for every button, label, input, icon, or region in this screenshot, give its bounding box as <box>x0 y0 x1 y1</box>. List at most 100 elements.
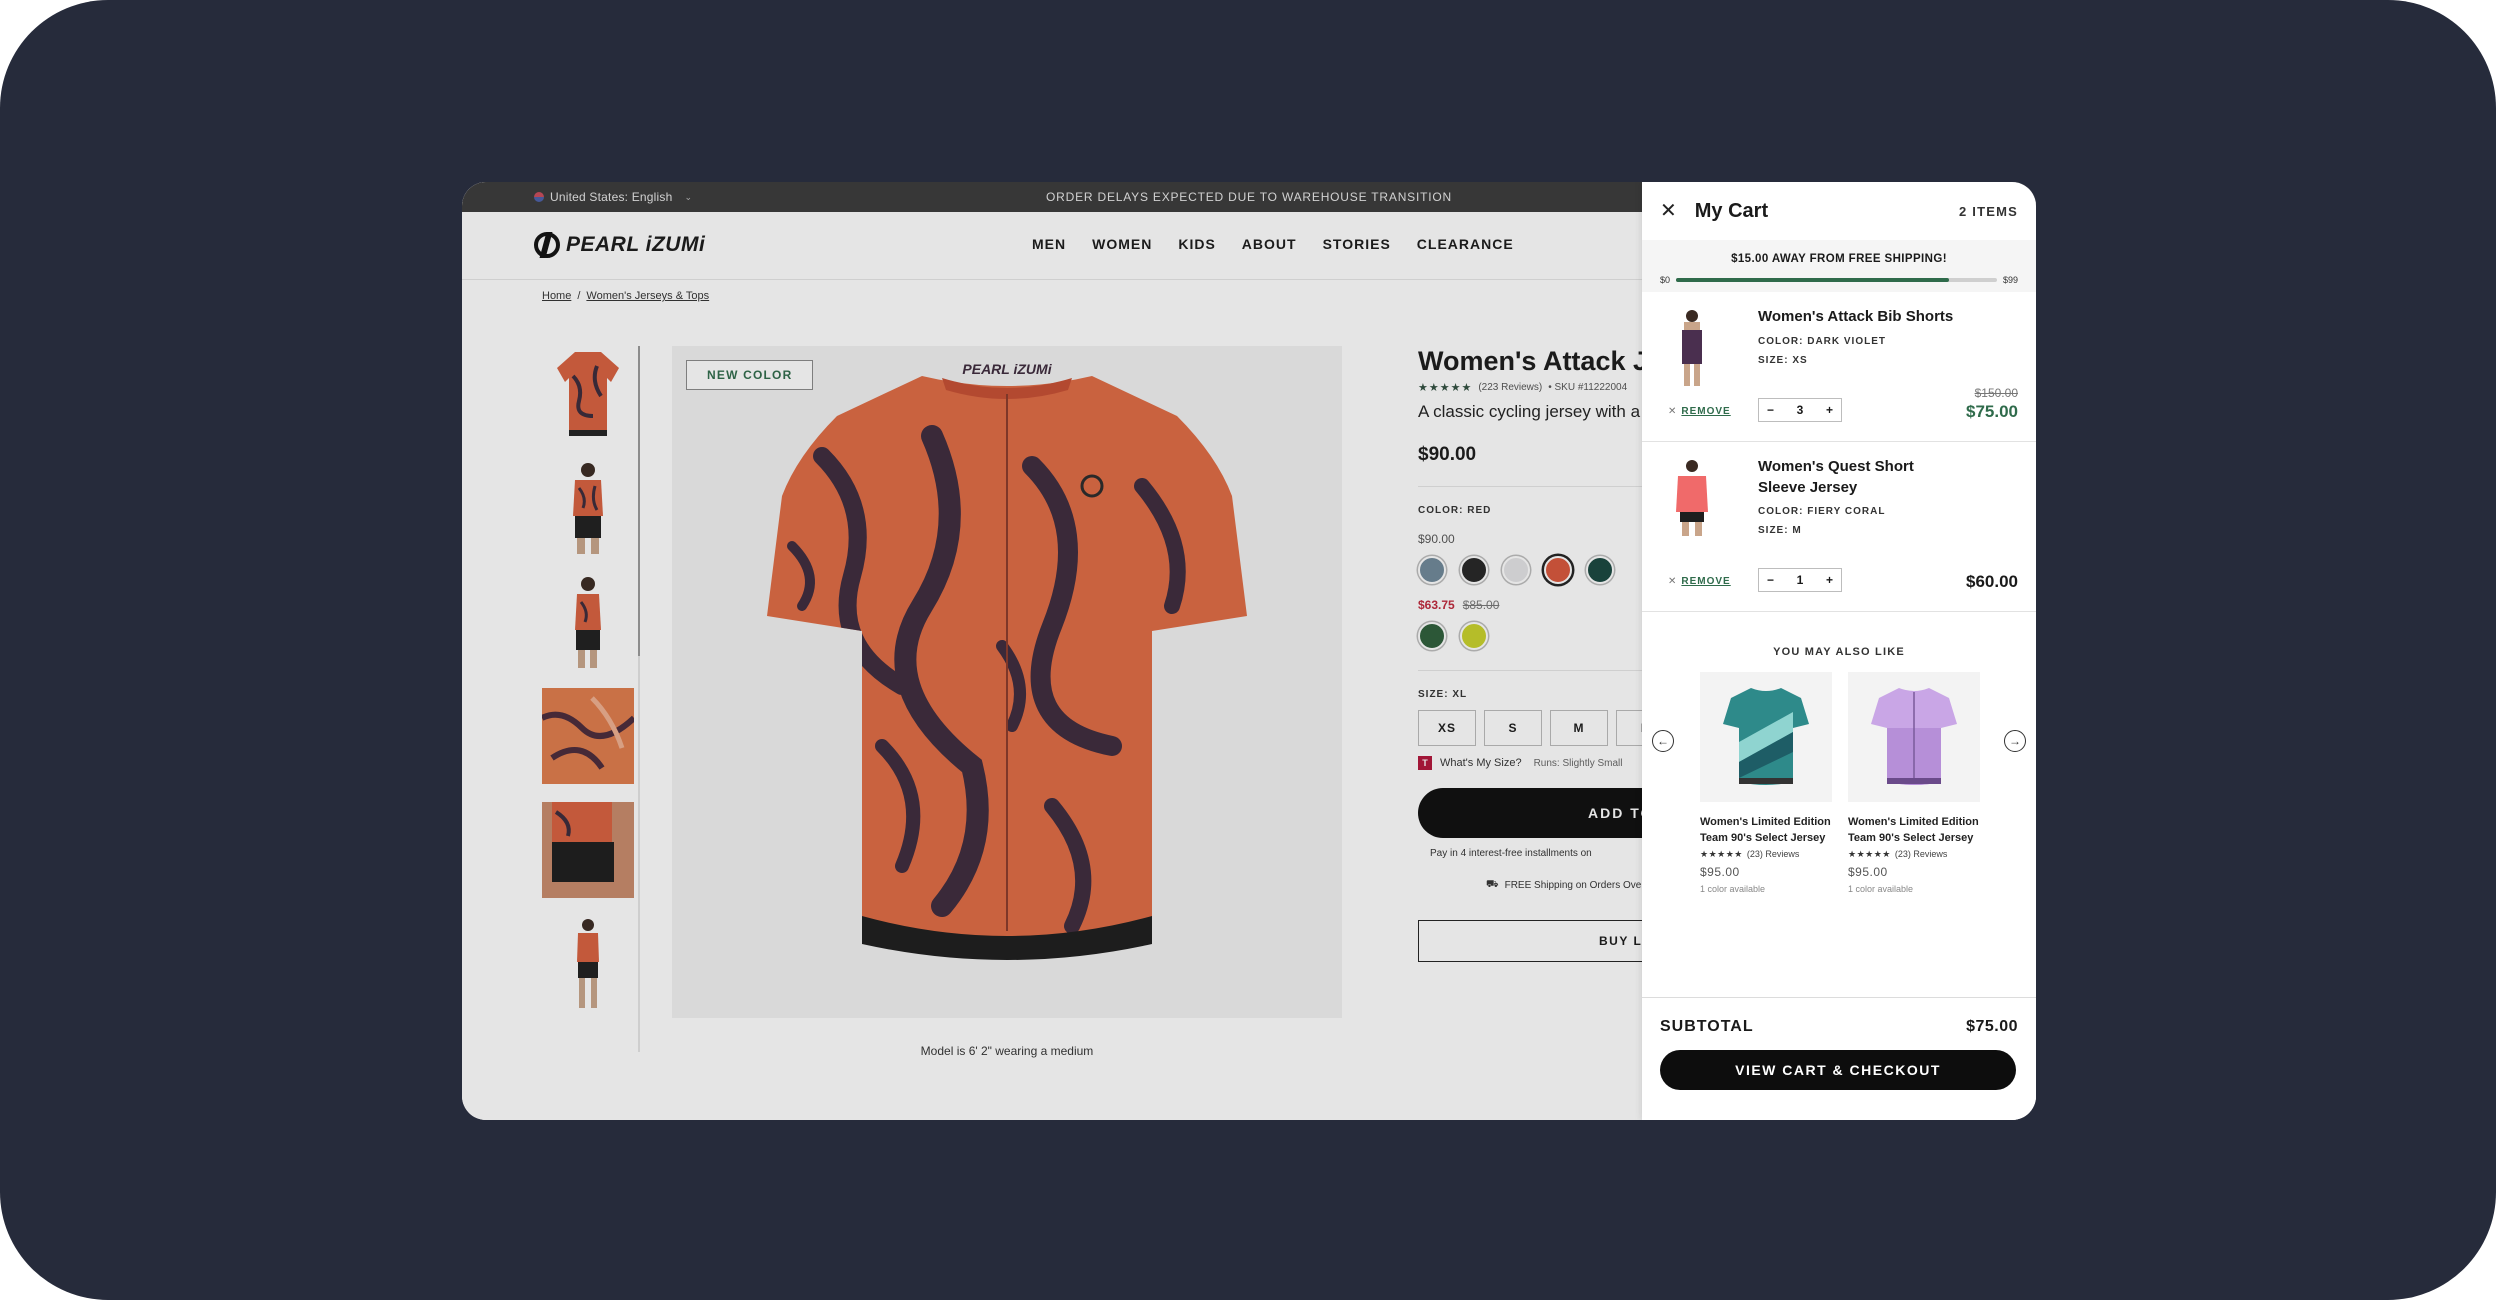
recommendation-rating: ★★★★★ (23) Reviews <box>1700 849 1832 860</box>
recommendation-card[interactable]: Women's Limited Edition Team 90's Select… <box>1700 672 1832 894</box>
breadcrumb: Home / Women's Jerseys & Tops <box>542 290 709 302</box>
close-icon[interactable]: ✕ <box>1660 201 1677 221</box>
size-guide-icon: T <box>1418 756 1432 770</box>
recommendation-reviews: (23) Reviews <box>1894 849 1948 859</box>
size-option-m[interactable]: M <box>1550 710 1608 746</box>
nav-clearance[interactable]: CLEARANCE <box>1417 236 1514 252</box>
whats-my-size-link[interactable]: What's My Size? <box>1440 757 1522 769</box>
cart-item-color: COLOR: DARK VIOLET <box>1758 336 1886 347</box>
remove-button[interactable]: ✕ REMOVE <box>1668 576 1731 587</box>
decrease-quantity-button[interactable]: − <box>1767 573 1774 587</box>
progress-min: $0 <box>1660 275 1671 285</box>
thumbnail-jersey-front[interactable] <box>542 346 634 442</box>
bib-shorts-image[interactable] <box>1668 308 1716 388</box>
thumbnail-model-full[interactable] <box>542 916 634 1012</box>
color-swatch-4[interactable] <box>1544 556 1572 584</box>
breadcrumb-separator: / <box>577 290 581 302</box>
cart-item: Women's Quest Short Sleeve Jersey COLOR:… <box>1642 442 2036 612</box>
logo-text: PEARL iZUMi <box>566 233 706 256</box>
cart-item-price: $60.00 <box>1966 572 2018 591</box>
color-swatch-1[interactable] <box>1418 556 1446 584</box>
nav-about[interactable]: ABOUT <box>1242 236 1297 252</box>
product-sku: • SKU #11222004 <box>1548 382 1628 393</box>
color-swatch-2[interactable] <box>1460 556 1488 584</box>
increase-quantity-button[interactable]: + <box>1826 573 1833 587</box>
carousel-next-button[interactable]: → <box>2004 730 2026 752</box>
size-option-xs[interactable]: XS <box>1418 710 1476 746</box>
thumbnail-scrollbar[interactable] <box>638 346 640 1052</box>
rating-stars-icon: ★★★★★ <box>1848 849 1891 859</box>
progress-fill <box>1676 278 1949 282</box>
rating-stars-icon: ★★★★★ <box>1700 849 1743 859</box>
decrease-quantity-button[interactable]: − <box>1767 403 1774 417</box>
progress-max: $99 <box>2002 275 2018 285</box>
cart-footer: SUBTOTAL $75.00 VIEW CART & CHECKOUT <box>1642 997 2036 1090</box>
recommendation-price: $95.00 <box>1700 865 1740 879</box>
recommendation-image[interactable] <box>1700 672 1832 802</box>
sale-price: $63.75 <box>1418 598 1455 612</box>
quantity-stepper: − 3 + <box>1758 398 1842 422</box>
subtotal-row: SUBTOTAL $75.00 <box>1660 1018 2018 1036</box>
truck-icon: ⛟ <box>1486 879 1499 890</box>
progress-track <box>1676 278 1997 282</box>
remove-label: REMOVE <box>1681 576 1731 587</box>
quantity-value: 1 <box>1796 573 1804 587</box>
remove-button[interactable]: ✕ REMOVE <box>1668 406 1731 417</box>
subtotal-label: SUBTOTAL <box>1660 1018 1754 1035</box>
nav-women[interactable]: WOMEN <box>1092 236 1152 252</box>
thumbnail-shorts-detail[interactable] <box>542 802 634 898</box>
nav-kids[interactable]: KIDS <box>1178 236 1215 252</box>
breadcrumb-home[interactable]: Home <box>542 290 571 302</box>
new-color-badge: NEW COLOR <box>686 360 814 390</box>
shipping-progress: $0 $99 <box>1660 275 2018 285</box>
recommendations-title: YOU MAY ALSO LIKE <box>1773 646 1905 658</box>
subtotal-amount: $75.00 <box>1966 1018 2018 1035</box>
cart-item-name[interactable]: Women's Quest Short Sleeve Jersey <box>1758 456 1958 498</box>
cart-item-count: 2 ITEMS <box>1959 203 2018 219</box>
nav-men[interactable]: MEN <box>1032 236 1066 252</box>
review-count-link[interactable]: (223 Reviews) <box>1478 382 1542 393</box>
sale-color-swatch-2[interactable] <box>1460 622 1488 650</box>
recommendation-availability: 1 color available <box>1848 884 1914 894</box>
fit-note: Runs: Slightly Small <box>1533 757 1623 769</box>
original-price: $85.00 <box>1462 598 1500 612</box>
rating-stars-icon: ★★★★★ <box>1418 382 1473 394</box>
checkout-button[interactable]: VIEW CART & CHECKOUT <box>1660 1050 2016 1090</box>
thumbnail-list <box>542 346 634 1030</box>
jersey-illustration: PEARL iZUMi <box>767 361 1247 960</box>
color-swatch-5[interactable] <box>1586 556 1614 584</box>
shipping-note-text: FREE Shipping on Orders Ove <box>1504 880 1642 891</box>
recommendation-rating: ★★★★★ (23) Reviews <box>1848 849 1980 860</box>
thumbnail-model-side[interactable] <box>542 574 634 670</box>
quantity-value: 3 <box>1796 403 1804 417</box>
recommendation-card[interactable]: Women's Limited Edition Team 90's Select… <box>1848 672 1980 894</box>
size-option-s[interactable]: S <box>1484 710 1542 746</box>
recommendation-availability: 1 color available <box>1700 884 1766 894</box>
thumbnail-fabric-detail[interactable] <box>542 688 634 784</box>
recommendation-name[interactable]: Women's Limited Edition Team 90's Select… <box>1848 814 1980 846</box>
breadcrumb-category[interactable]: Women's Jerseys & Tops <box>586 290 709 302</box>
sale-color-swatch-1[interactable] <box>1418 622 1446 650</box>
increase-quantity-button[interactable]: + <box>1826 403 1833 417</box>
svg-text:PEARL iZUMi: PEARL iZUMi <box>962 361 1052 377</box>
main-nav: MEN WOMEN KIDS ABOUT STORIES CLEARANCE <box>1032 236 1514 252</box>
cart-item: Women's Attack Bib Shorts COLOR: DARK VI… <box>1642 292 2036 442</box>
cart-drawer: ✕ My Cart 2 ITEMS $15.00 AWAY FROM FREE … <box>1642 182 2036 1120</box>
cart-item-price: $75.00 <box>1966 402 2018 421</box>
recommendation-name[interactable]: Women's Limited Edition Team 90's Select… <box>1700 814 1832 846</box>
carousel-prev-button[interactable]: ← <box>1652 730 1674 752</box>
color-swatch-3[interactable] <box>1502 556 1530 584</box>
product-main-image[interactable]: NEW COLOR PEARL iZUMi <box>672 346 1342 1018</box>
quantity-stepper: − 1 + <box>1758 568 1842 592</box>
jersey-thumbnail-image[interactable] <box>1668 458 1716 538</box>
recommendation-price: $95.00 <box>1848 865 1888 879</box>
remove-label: REMOVE <box>1681 406 1731 417</box>
brand-logo[interactable]: PEARL iZUMi <box>534 232 705 258</box>
recommendation-image[interactable] <box>1848 672 1980 802</box>
recommendation-reviews: (23) Reviews <box>1746 849 1800 859</box>
thumbnail-model-back[interactable] <box>542 460 634 556</box>
cart-item-name[interactable]: Women's Attack Bib Shorts <box>1758 306 1958 327</box>
pearl-izumi-logo-icon <box>534 232 560 258</box>
cart-item-color: COLOR: FIERY CORAL <box>1758 506 1886 517</box>
nav-stories[interactable]: STORIES <box>1323 236 1391 252</box>
